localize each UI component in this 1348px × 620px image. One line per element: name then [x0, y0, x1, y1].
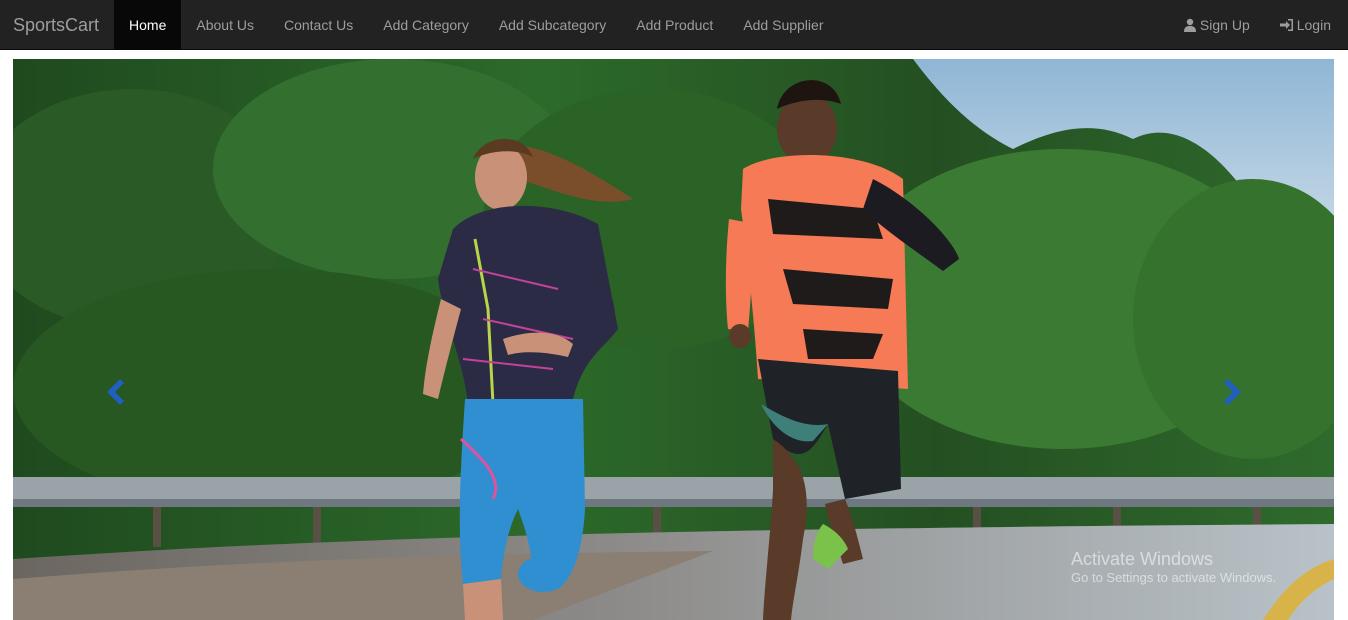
account-nav: Sign Up Login	[1168, 0, 1346, 49]
chevron-right-icon	[1222, 377, 1244, 412]
log-in-icon	[1279, 18, 1294, 32]
main-nav: Home About Us Contact Us Add Category Ad…	[114, 0, 838, 49]
nav-login[interactable]: Login	[1265, 0, 1346, 49]
watermark-subtitle: Go to Settings to activate Windows.	[1071, 570, 1277, 585]
nav-sign-up[interactable]: Sign Up	[1168, 0, 1265, 49]
carousel-next-button[interactable]	[1217, 374, 1249, 414]
nav-about-us[interactable]: About Us	[181, 0, 269, 49]
top-navbar: SportsCart Home About Us Contact Us Add …	[0, 0, 1348, 50]
nav-add-supplier[interactable]: Add Supplier	[728, 0, 838, 49]
windows-activation-watermark: Activate Windows Go to Settings to activ…	[1071, 548, 1276, 586]
user-icon	[1183, 18, 1197, 32]
nav-add-subcategory[interactable]: Add Subcategory	[484, 0, 621, 49]
brand-link[interactable]: SportsCart	[0, 0, 114, 49]
nav-add-product[interactable]: Add Product	[621, 0, 728, 49]
hero-carousel	[13, 59, 1334, 620]
login-label: Login	[1296, 16, 1331, 33]
chevron-left-icon	[104, 377, 126, 412]
nav-home[interactable]: Home	[114, 0, 182, 49]
nav-contact-us[interactable]: Contact Us	[269, 0, 368, 49]
sign-up-label: Sign Up	[1199, 16, 1250, 33]
watermark-title: Activate Windows	[1071, 549, 1214, 569]
nav-add-category[interactable]: Add Category	[368, 0, 484, 49]
runners-photo	[13, 59, 1334, 620]
carousel-prev-button[interactable]	[99, 374, 131, 414]
